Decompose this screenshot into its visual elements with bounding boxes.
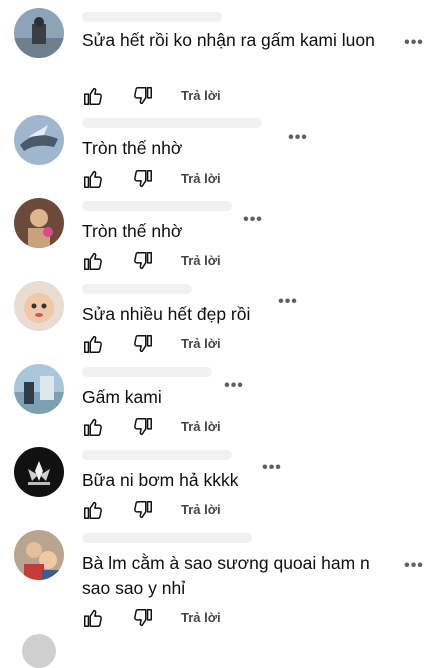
reply-button[interactable]: Trả lời bbox=[181, 610, 221, 625]
avatar[interactable] bbox=[22, 634, 56, 668]
more-options-icon[interactable]: ••• bbox=[262, 460, 282, 479]
comment-actions: Trả lời bbox=[82, 250, 282, 274]
avatar[interactable] bbox=[14, 198, 64, 248]
thumbs-down-icon[interactable] bbox=[132, 333, 154, 355]
reply-button[interactable]: Trả lời bbox=[181, 419, 221, 434]
comment-text: Tròn thế nhờ bbox=[82, 221, 183, 241]
avatar[interactable] bbox=[14, 447, 64, 497]
author-name-placeholder bbox=[82, 201, 232, 211]
thumbs-down-icon[interactable] bbox=[132, 250, 154, 272]
thumbs-up-icon[interactable] bbox=[82, 499, 104, 521]
comment-text: Sửa hết rồi ko nhận ra gấm kami luon bbox=[82, 30, 375, 50]
thumbs-up-icon[interactable] bbox=[82, 416, 104, 438]
avatar[interactable] bbox=[14, 364, 64, 414]
author-name-placeholder bbox=[82, 12, 222, 22]
author-name-placeholder bbox=[82, 533, 252, 543]
author-name-placeholder bbox=[82, 367, 212, 377]
more-options-icon[interactable]: ••• bbox=[243, 212, 263, 231]
reply-button[interactable]: Trả lời bbox=[181, 502, 221, 517]
avatar[interactable] bbox=[14, 115, 64, 165]
thumbs-down-icon[interactable] bbox=[132, 168, 154, 190]
comment-text: Sửa nhiều hết đẹp rồi bbox=[82, 304, 251, 324]
thumbs-up-icon[interactable] bbox=[82, 333, 104, 355]
thumbs-up-icon[interactable] bbox=[82, 168, 104, 190]
thumbs-up-icon[interactable] bbox=[82, 607, 104, 629]
more-options-icon[interactable]: ••• bbox=[278, 294, 298, 313]
thumbs-down-icon[interactable] bbox=[132, 416, 154, 438]
avatar[interactable] bbox=[14, 530, 64, 580]
author-name-placeholder bbox=[82, 118, 262, 128]
author-name-placeholder bbox=[82, 284, 192, 294]
reply-button[interactable]: Trả lời bbox=[181, 171, 221, 186]
thumbs-up-icon[interactable] bbox=[82, 85, 104, 107]
more-options-icon[interactable]: ••• bbox=[224, 378, 244, 397]
comment-actions: Trả lời bbox=[82, 416, 282, 440]
comment-text: Bữa ni bơm hả kkkk bbox=[82, 470, 239, 490]
comment-text: Tròn thế nhờ bbox=[82, 138, 183, 158]
thumbs-up-icon[interactable] bbox=[82, 250, 104, 272]
reply-button[interactable]: Trả lời bbox=[181, 336, 221, 351]
comment-actions: Trả lời bbox=[82, 85, 282, 109]
comment-actions: Trả lời bbox=[82, 168, 282, 192]
more-options-icon[interactable]: ••• bbox=[404, 35, 424, 54]
avatar[interactable] bbox=[14, 281, 64, 331]
more-options-icon[interactable]: ••• bbox=[404, 558, 424, 577]
more-options-icon[interactable]: ••• bbox=[288, 130, 308, 149]
thumbs-down-icon[interactable] bbox=[132, 499, 154, 521]
thumbs-down-icon[interactable] bbox=[132, 85, 154, 107]
thumbs-down-icon[interactable] bbox=[132, 607, 154, 629]
comment-actions: Trả lời bbox=[82, 499, 282, 523]
comment-text: Bà lm cằm à sao sương quoai ham n sao sa… bbox=[82, 553, 370, 598]
reply-button[interactable]: Trả lời bbox=[181, 253, 221, 268]
comment-actions: Trả lời bbox=[82, 607, 282, 631]
author-name-placeholder bbox=[82, 450, 232, 460]
comment-actions: Trả lời bbox=[82, 333, 282, 357]
reply-button[interactable]: Trả lời bbox=[181, 88, 221, 103]
avatar[interactable] bbox=[14, 8, 64, 58]
